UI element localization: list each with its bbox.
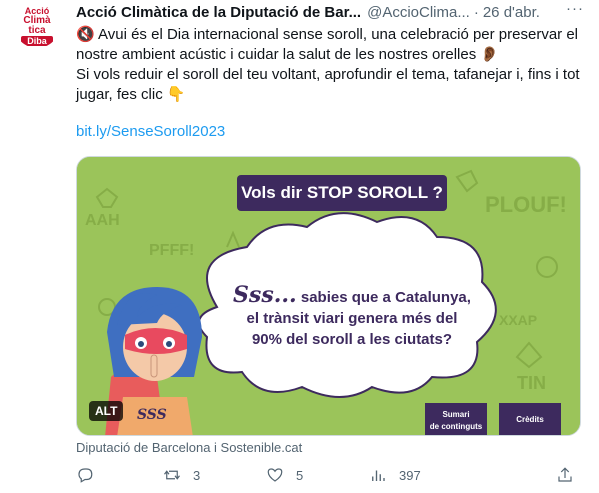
bubble-sss: Sss...	[233, 282, 297, 308]
heart-icon	[267, 468, 283, 482]
media-banner: Vols dir STOP SOROLL ?	[237, 175, 447, 211]
svg-text:SSS: SSS	[137, 407, 167, 423]
like-count: 5	[296, 467, 304, 483]
retweet-icon	[164, 470, 180, 480]
tweet-header: Acció Climàtica de la Diputació de Bar..…	[76, 2, 540, 22]
share-icon	[558, 467, 572, 482]
bg-word-aah: AAH	[85, 212, 120, 229]
avatar-logo: Acció Climà tica Diba	[14, 2, 60, 48]
more-options-icon[interactable]: ···	[566, 1, 584, 19]
bg-word-plouf: PLOUF!	[485, 192, 567, 217]
bubble-line1: Sss... sabies que a Catalunya,	[217, 282, 487, 308]
account-name[interactable]: Acció Climàtica de la Diputació de Bar..…	[76, 4, 361, 21]
bg-word-pfff: PFFF!	[149, 242, 194, 259]
tweet-actions: 3 5 397	[76, 462, 581, 488]
retweet-count: 3	[193, 467, 201, 483]
retweet-button[interactable]: 3	[163, 462, 200, 488]
tweet-date[interactable]: 26 d'abr.	[483, 4, 540, 21]
tweet-text: 🔇 Avui és el Dia internacional sense sor…	[76, 25, 586, 105]
tweet-link[interactable]: bit.ly/SenseSoroll2023	[76, 123, 225, 140]
sumari-label-1: Sumari	[442, 410, 470, 419]
share-button[interactable]	[556, 462, 586, 488]
views-chart-icon	[372, 470, 385, 481]
bubble-line3: 90% del soroll a les ciutats?	[251, 331, 453, 348]
separator-dot: ·	[473, 3, 479, 21]
bubble-text: Sss... sabies que a Catalunya, el trànsi…	[217, 282, 487, 350]
views-button[interactable]: 397	[369, 462, 421, 488]
sumari-button: Sumari de continguts	[425, 403, 487, 435]
tweet-media-image[interactable]: PLOUF! PFFF! AAH TIN XXAP SSS Vols dir S…	[76, 156, 581, 436]
avatar-logo-line3: tica	[28, 25, 46, 36]
reply-button[interactable]	[76, 462, 106, 488]
tweet-card[interactable]: Acció Climà tica Diba Acció Climàtica de…	[0, 0, 599, 493]
account-handle[interactable]: @AccioClima...	[367, 4, 470, 21]
reply-icon	[78, 468, 93, 483]
like-button[interactable]: 5	[266, 462, 303, 488]
avatar-logo-line4: Diba	[21, 36, 53, 46]
views-count: 397	[399, 467, 421, 483]
sumari-label-2: de continguts	[429, 422, 483, 431]
media-caption[interactable]: Diputació de Barcelona i Sostenible.cat	[76, 440, 302, 455]
tweet-text-line2: Si vols reduir el soroll del teu voltant…	[76, 66, 580, 103]
bg-word-tin: TIN	[517, 373, 546, 393]
credits-button: Crèdits	[499, 403, 561, 435]
avatar[interactable]: Acció Climà tica Diba	[14, 2, 60, 48]
alt-text-badge[interactable]: ALT	[89, 401, 124, 421]
tweet-text-line1: 🔇 Avui és el Dia internacional sense sor…	[76, 26, 578, 63]
bubble-line2: el trànsit viari genera més del	[246, 310, 458, 327]
bg-word-xxap: XXAP	[499, 312, 537, 328]
bubble-line1-text: sabies que a Catalunya,	[300, 289, 471, 306]
